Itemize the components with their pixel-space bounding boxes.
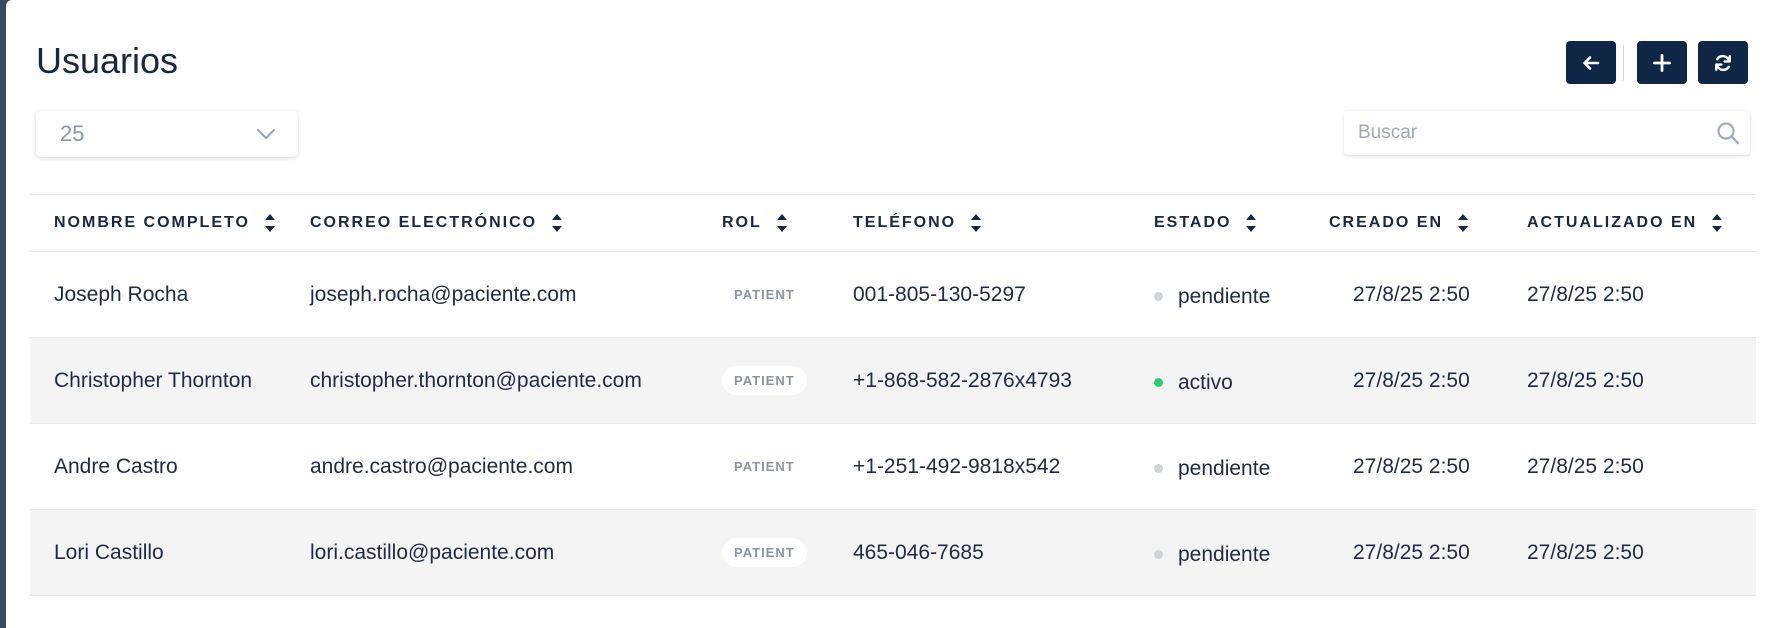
cell-status: pendiente <box>1154 251 1329 338</box>
cell-email: lori.castillo@paciente.com <box>310 509 722 596</box>
cell-name: Christopher Thornton <box>30 337 310 424</box>
cell-updated: 27/8/25 2:50 <box>1527 509 1756 596</box>
page-title: Usuarios <box>36 40 179 81</box>
cell-created: 27/8/25 2:50 <box>1329 337 1527 424</box>
cell-created: 27/8/25 2:50 <box>1329 423 1527 510</box>
table-row[interactable]: Lori Castillo lori.castillo@paciente.com… <box>30 509 1756 596</box>
cell-role: PATIENT <box>722 509 853 596</box>
column-header-role[interactable]: ROL <box>722 194 853 252</box>
page-size-value: 25 <box>60 121 85 146</box>
cell-email: andre.castro@paciente.com <box>310 423 722 510</box>
column-header-status[interactable]: ESTADO <box>1154 194 1329 252</box>
cell-name: Lori Castillo <box>30 509 310 596</box>
search-box <box>1344 111 1750 155</box>
role-badge: PATIENT <box>722 366 807 395</box>
column-header-created[interactable]: CREADO EN <box>1329 194 1527 252</box>
sort-icon <box>264 214 275 232</box>
column-header-label: CREADO EN <box>1329 214 1444 231</box>
sort-icon <box>1458 214 1469 232</box>
cell-email: joseph.rocha@paciente.com <box>310 251 722 338</box>
table-row[interactable]: Christopher Thornton christopher.thornto… <box>30 337 1756 424</box>
refresh-icon <box>1715 54 1731 71</box>
page-size-select[interactable]: 25 <box>36 111 298 157</box>
cell-role: PATIENT <box>722 337 853 424</box>
cell-updated: 27/8/25 2:50 <box>1527 251 1756 338</box>
status-dot <box>1154 378 1163 388</box>
cell-phone: 465-046-7685 <box>853 509 1154 596</box>
cell-status: activo <box>1154 337 1329 424</box>
role-badge: PATIENT <box>734 287 795 302</box>
add-button[interactable] <box>1637 41 1687 84</box>
status-label: activo <box>1178 370 1233 394</box>
cell-updated: 27/8/25 2:50 <box>1527 337 1756 424</box>
chevron-down-icon <box>257 129 275 139</box>
users-panel: Usuarios 25 Buscar NOMBRE COMPLETO CORRE… <box>6 0 1783 628</box>
status-dot <box>1154 550 1163 560</box>
column-header-label: ROL <box>722 214 762 231</box>
search-icon[interactable] <box>1716 121 1740 145</box>
cell-email: christopher.thornton@paciente.com <box>310 337 722 424</box>
cell-name: Joseph Rocha <box>30 251 310 338</box>
column-header-email[interactable]: CORREO ELECTRÓNICO <box>310 194 722 252</box>
cell-status: pendiente <box>1154 509 1329 596</box>
column-header-name[interactable]: NOMBRE COMPLETO <box>30 194 310 252</box>
status-dot <box>1154 292 1163 302</box>
column-header-label: TELÉFONO <box>853 214 957 231</box>
column-header-label: ESTADO <box>1154 214 1232 231</box>
table-row[interactable]: Andre Castro andre.castro@paciente.com P… <box>30 423 1756 510</box>
role-badge: PATIENT <box>734 459 795 474</box>
column-header-updated[interactable]: ACTUALIZADO EN <box>1527 194 1756 252</box>
refresh-button[interactable] <box>1698 41 1748 84</box>
cell-created: 27/8/25 2:50 <box>1329 509 1527 596</box>
sort-icon <box>1246 214 1257 232</box>
sort-icon <box>971 214 982 232</box>
cell-phone: 001-805-130-5297 <box>853 251 1154 338</box>
status-label: pendiente <box>1178 542 1271 566</box>
toolbar-divider <box>1623 45 1624 81</box>
status-dot <box>1154 464 1163 474</box>
table-header-row: NOMBRE COMPLETO CORREO ELECTRÓNICO ROL T… <box>30 194 1756 252</box>
search-input[interactable] <box>1344 111 1698 155</box>
cell-phone: +1-868-582-2876x4793 <box>853 337 1154 424</box>
cell-phone: +1-251-492-9818x542 <box>853 423 1154 510</box>
column-header-label: NOMBRE COMPLETO <box>54 214 250 231</box>
users-table: NOMBRE COMPLETO CORREO ELECTRÓNICO ROL T… <box>30 194 1756 596</box>
status-label: pendiente <box>1178 456 1271 480</box>
status-label: pendiente <box>1178 284 1271 308</box>
cell-role: PATIENT <box>722 251 853 338</box>
cell-name: Andre Castro <box>30 423 310 510</box>
sort-icon <box>776 214 787 232</box>
cell-status: pendiente <box>1154 423 1329 510</box>
sort-icon <box>552 214 563 232</box>
cell-updated: 27/8/25 2:50 <box>1527 423 1756 510</box>
cell-created: 27/8/25 2:50 <box>1329 251 1527 338</box>
cell-role: PATIENT <box>722 423 853 510</box>
plus-icon <box>1653 53 1671 72</box>
role-badge: PATIENT <box>722 538 807 567</box>
arrow-left-icon <box>1583 55 1600 70</box>
column-header-phone[interactable]: TELÉFONO <box>853 194 1154 252</box>
column-header-label: ACTUALIZADO EN <box>1527 214 1698 231</box>
column-header-label: CORREO ELECTRÓNICO <box>310 214 538 231</box>
back-button[interactable] <box>1566 41 1616 84</box>
table-row[interactable]: Joseph Rocha joseph.rocha@paciente.com P… <box>30 251 1756 338</box>
sort-icon <box>1712 214 1723 232</box>
